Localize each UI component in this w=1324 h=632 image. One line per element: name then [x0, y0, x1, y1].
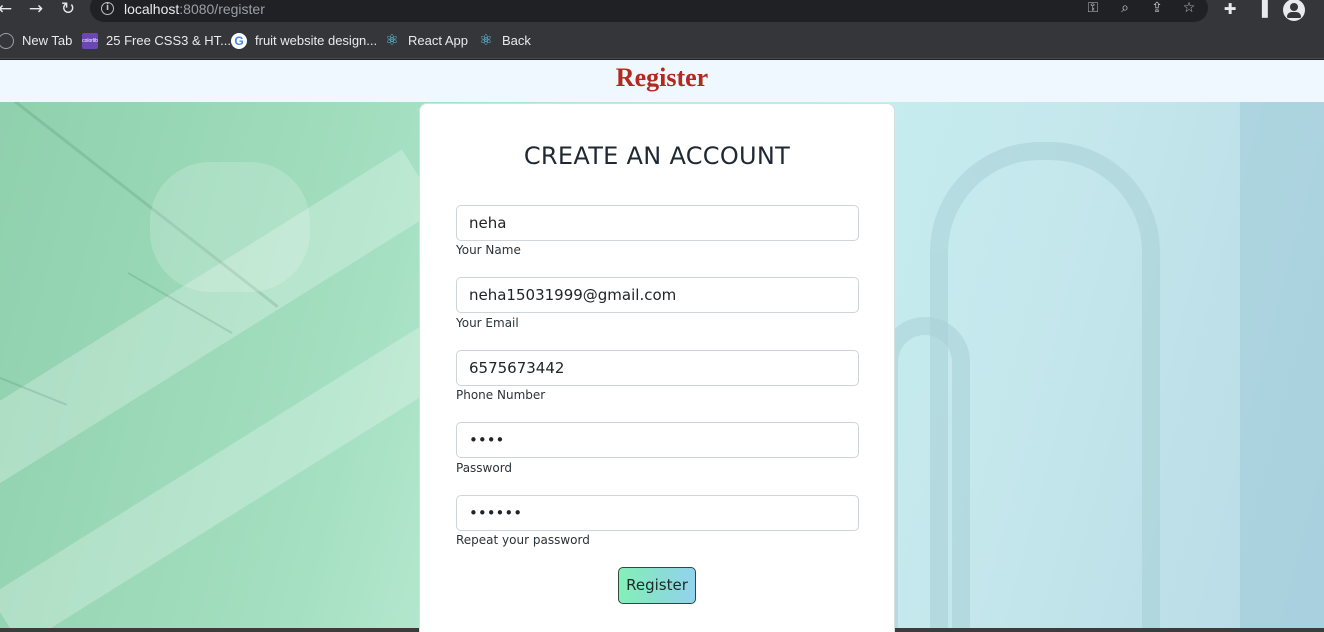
- share-icon[interactable]: ⇪: [1148, 0, 1166, 16]
- form-title: CREATE AN ACCOUNT: [523, 142, 791, 170]
- phone-input[interactable]: [456, 350, 859, 386]
- bookmark-back[interactable]: ⚛ Back: [478, 22, 531, 59]
- password-label: Password: [456, 461, 513, 475]
- address-bar[interactable]: i localhost:8080/register ⚿ ⌕ ⇪ ☆: [90, 0, 1208, 22]
- bookmark-label: 25 Free CSS3 & HT...: [106, 33, 231, 48]
- bookmark-new-tab[interactable]: New Tab: [0, 22, 72, 59]
- password-input[interactable]: [456, 422, 859, 458]
- bookmarks-bar: New Tab colorlib 25 Free CSS3 & HT... G …: [0, 22, 1324, 59]
- phone-label: Phone Number: [456, 388, 546, 402]
- page-header: Register: [0, 60, 1324, 102]
- browser-toolbar: ← → ↻ i localhost:8080/register ⚿ ⌕ ⇪ ☆ …: [0, 0, 1324, 22]
- bookmark-label: New Tab: [22, 33, 73, 48]
- bookmark-label: React App: [408, 33, 468, 48]
- bookmark-star-icon[interactable]: ☆: [1180, 0, 1198, 16]
- react-icon: ⚛: [479, 31, 493, 49]
- back-arrow-icon[interactable]: ←: [0, 0, 16, 20]
- name-input[interactable]: [456, 205, 859, 241]
- url-path: :8080/register: [179, 1, 265, 17]
- bookmark-label: fruit website design...: [255, 33, 378, 48]
- url-host: localhost: [124, 1, 180, 17]
- bookmark-css3-templates[interactable]: colorlib 25 Free CSS3 & HT...: [82, 22, 231, 59]
- site-info-icon[interactable]: i: [101, 2, 114, 15]
- email-label: Your Email: [456, 316, 519, 330]
- profile-avatar-icon[interactable]: [1283, 0, 1305, 21]
- bookmark-fruit-website[interactable]: G fruit website design...: [231, 22, 377, 59]
- colorlib-icon: colorlib: [82, 32, 98, 49]
- side-panel-icon[interactable]: ▐: [1252, 0, 1272, 20]
- globe-icon: [0, 32, 14, 49]
- zoom-icon[interactable]: ⌕: [1116, 0, 1134, 16]
- repeat-password-label: Repeat your password: [456, 533, 590, 547]
- register-button[interactable]: Register: [618, 567, 696, 604]
- name-label: Your Name: [456, 243, 521, 257]
- page-title: Register: [615, 63, 709, 92]
- google-icon: G: [231, 32, 247, 49]
- react-icon: ⚛: [385, 31, 399, 49]
- url-text[interactable]: localhost:8080/register: [124, 1, 265, 17]
- key-icon[interactable]: ⚿: [1084, 0, 1102, 16]
- reload-icon[interactable]: ↻: [57, 0, 79, 20]
- register-card: CREATE AN ACCOUNT Your Name Your Email P…: [419, 103, 895, 632]
- repeat-password-input[interactable]: [456, 495, 859, 531]
- email-input[interactable]: [456, 277, 859, 313]
- extensions-puzzle-icon[interactable]: ✚: [1220, 0, 1240, 20]
- forward-arrow-icon[interactable]: →: [25, 0, 47, 20]
- bookmark-react-app[interactable]: ⚛ React App: [384, 22, 468, 59]
- bookmark-label: Back: [502, 33, 531, 48]
